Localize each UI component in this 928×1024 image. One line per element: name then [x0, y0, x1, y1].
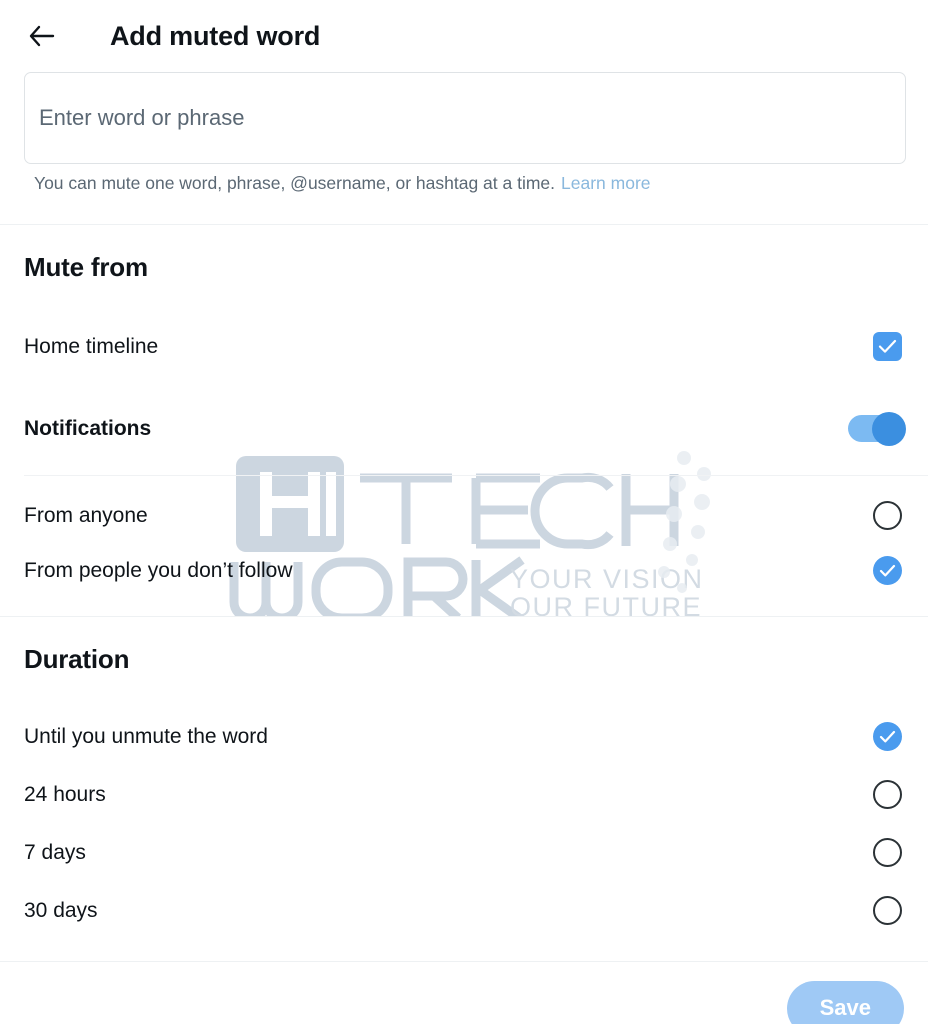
muted-word-input[interactable]: [24, 72, 906, 164]
duration-24-hours-label: 24 hours: [24, 783, 106, 807]
mute-from-section: Mute from Home timeline Notifications Fr…: [0, 225, 928, 593]
check-icon: [879, 730, 896, 743]
home-timeline-label: Home timeline: [24, 335, 159, 359]
check-icon: [878, 340, 897, 353]
row-from-anyone[interactable]: From anyone: [0, 494, 928, 538]
from-people-you-dont-follow-label: From people you don’t follow: [24, 559, 293, 583]
screen-header: Add muted word: [0, 0, 928, 72]
row-duration-30-days[interactable]: 30 days: [0, 889, 928, 933]
duration-until-unmute-label: Until you unmute the word: [24, 725, 268, 749]
divider-notifications-sources: [24, 474, 928, 476]
arrow-left-icon: [29, 25, 55, 47]
duration-30-days-radio[interactable]: [873, 896, 902, 926]
from-people-you-dont-follow-radio[interactable]: [873, 556, 902, 586]
check-icon: [879, 564, 896, 577]
duration-7-days-radio[interactable]: [873, 838, 902, 868]
duration-7-days-label: 7 days: [24, 841, 86, 865]
from-anyone-label: From anyone: [24, 504, 148, 528]
duration-until-unmute-radio[interactable]: [873, 722, 902, 752]
input-help-text: You can mute one word, phrase, @username…: [34, 173, 556, 193]
save-button[interactable]: Save: [786, 980, 904, 1024]
home-timeline-checkbox[interactable]: [873, 332, 902, 362]
toggle-knob: [872, 411, 906, 446]
notifications-label: Notifications: [24, 417, 152, 441]
row-notifications[interactable]: Notifications: [0, 407, 928, 451]
row-duration-until-unmute[interactable]: Until you unmute the word: [0, 715, 928, 759]
row-duration-24-hours[interactable]: 24 hours: [0, 773, 928, 817]
page-title: Add muted word: [110, 20, 321, 51]
duration-30-days-label: 30 days: [24, 899, 98, 923]
row-home-timeline[interactable]: Home timeline: [0, 325, 928, 369]
row-from-people-you-dont-follow[interactable]: From people you don’t follow: [0, 549, 928, 593]
add-muted-word-screen: YOUR VISION OUR FUTURE Add muted word Y: [0, 0, 928, 1024]
row-duration-7-days[interactable]: 7 days: [0, 831, 928, 875]
learn-more-link[interactable]: Learn more: [561, 173, 651, 195]
word-input-block: You can mute one word, phrase, @username…: [0, 72, 928, 195]
notifications-toggle[interactable]: [848, 411, 906, 446]
duration-section: Duration Until you unmute the word 24 ho…: [0, 617, 928, 933]
back-button[interactable]: [24, 18, 60, 54]
footer-bar: Save: [0, 962, 928, 1024]
duration-24-hours-radio[interactable]: [873, 780, 902, 810]
from-anyone-radio[interactable]: [873, 501, 902, 531]
input-help-row: You can mute one word, phrase, @username…: [24, 173, 904, 195]
mute-from-title: Mute from: [24, 251, 148, 282]
duration-title: Duration: [24, 643, 130, 674]
